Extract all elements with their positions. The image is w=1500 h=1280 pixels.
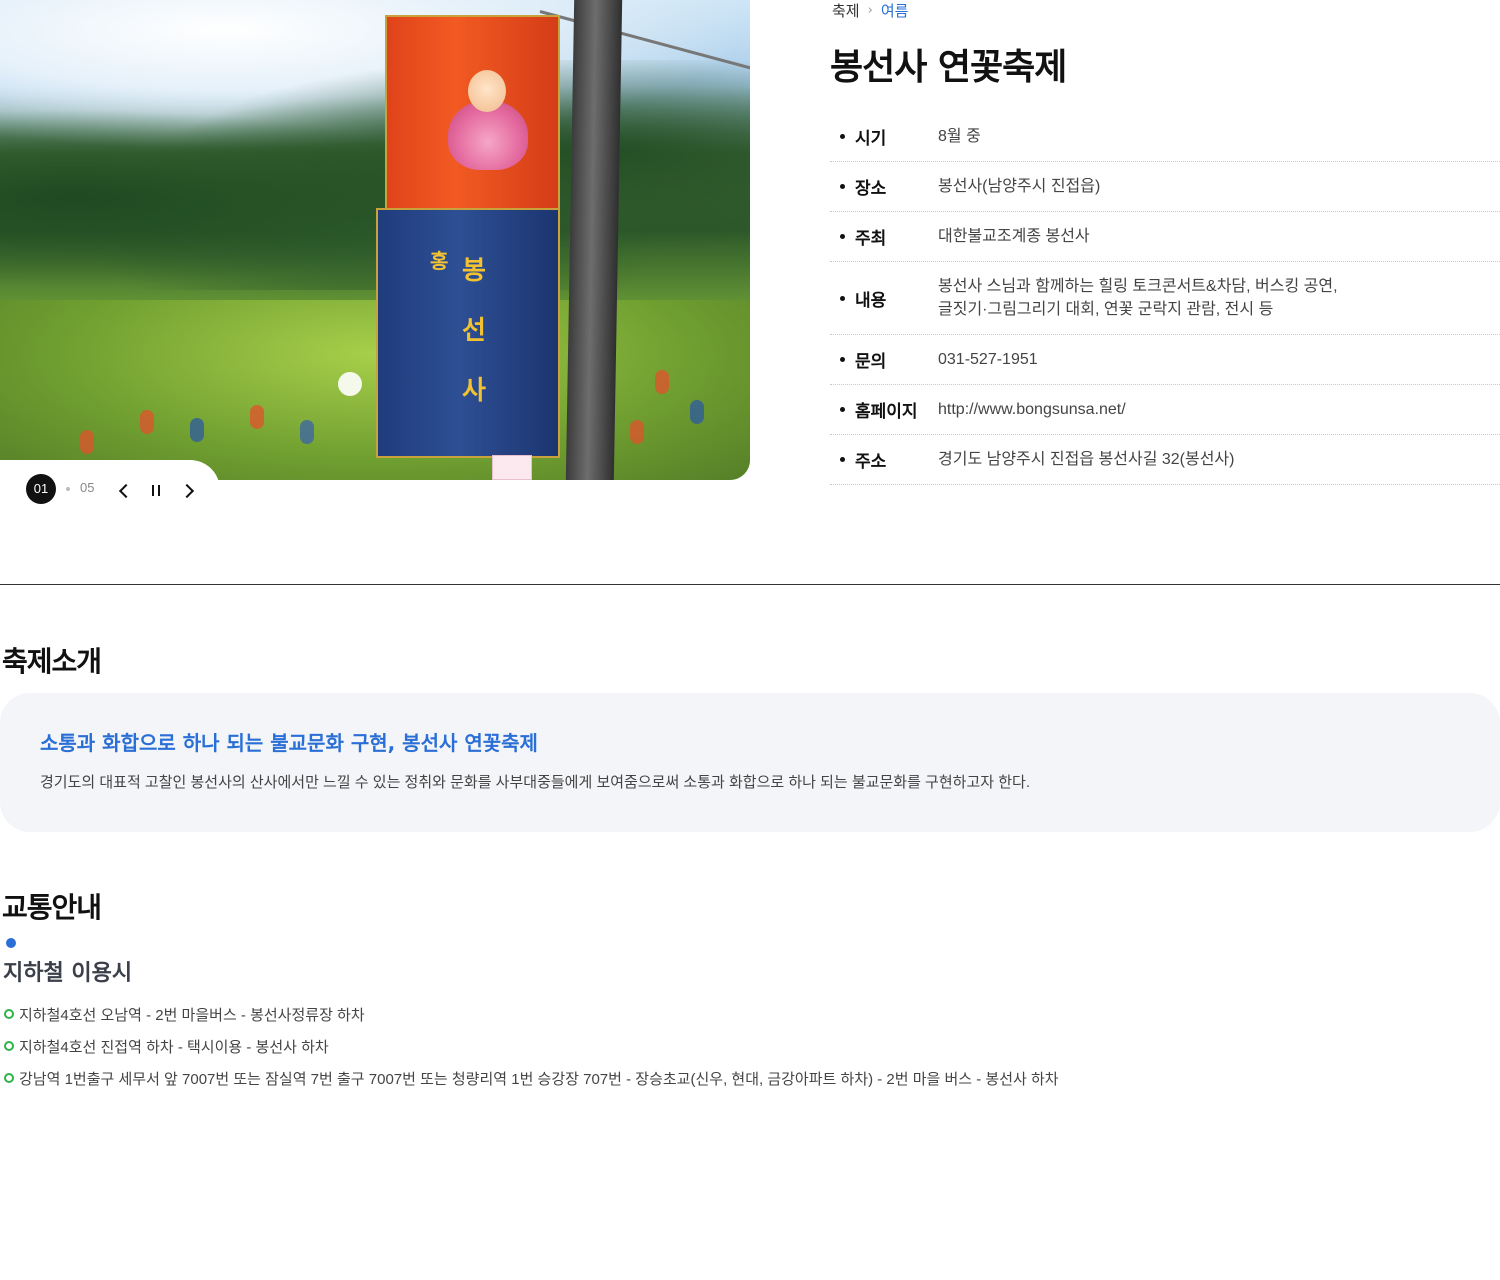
ring-bullet-icon (4, 1041, 14, 1051)
info-label: 주소 (855, 452, 887, 472)
ring-bullet-icon (4, 1073, 14, 1083)
info-row-contact: 문의 031-527-1951 (830, 335, 1500, 385)
breadcrumb: 축제 › 여름 (832, 0, 908, 21)
bullet-icon (840, 295, 845, 301)
page-title: 봉선사 연꽃축제 (830, 47, 1067, 88)
intro-text: 경기도의 대표적 고찰인 봉선사의 산사에서만 느낄 수 있는 정취와 문화를 … (40, 774, 1030, 791)
breadcrumb-item-summer[interactable]: 여름 (881, 0, 909, 21)
pause-slide-button[interactable] (142, 474, 170, 504)
slide-separator (66, 487, 70, 491)
breadcrumb-item-festival[interactable]: 축제 (832, 0, 860, 21)
info-row-content: 내용 봉선사 스님과 함께하는 힐링 토크콘서트&차담, 버스킹 공연, 글짓기… (830, 262, 1500, 335)
info-label: 내용 (855, 290, 887, 311)
route-list: 지하철4호선 오남역 - 2번 마을버스 - 봉선사정류장 하차 지하철4호선 … (4, 998, 1059, 1094)
slider-controls: 01 05 (0, 460, 220, 520)
info-label: 시기 (855, 129, 887, 149)
chevron-right-icon: › (867, 3, 873, 18)
section-title-transport: 교통안내 (2, 891, 102, 924)
info-label: 홈페이지 (855, 402, 918, 422)
info-row-host: 주최 대한불교조계종 봉선사 (830, 212, 1500, 262)
route-text: 지하철4호선 진접역 하차 - 택시이용 - 봉선사 하차 (19, 1038, 329, 1056)
section-divider (0, 584, 1500, 585)
chevron-right-icon (179, 483, 195, 499)
info-value-line: 봉선사 스님과 함께하는 힐링 토크콘서트&차담, 버스킹 공연, (938, 278, 1338, 295)
info-value: 8월 중 (938, 128, 981, 145)
bullet-icon (840, 134, 845, 139)
festival-photo: 봉 선 사 홍 (0, 0, 750, 480)
section-title-intro: 축제소개 (2, 645, 102, 678)
prev-slide-button[interactable] (110, 474, 138, 504)
festival-info-list: 시기 8월 중 장소 봉선사(남양주시 진접읍) 주최 대한불교조계종 봉선사 … (830, 112, 1500, 485)
slide-total: 05 (80, 480, 95, 495)
route-item: 지하철4호선 진접역 하차 - 택시이용 - 봉선사 하차 (4, 1030, 1059, 1062)
bullet-icon (840, 234, 845, 239)
info-value: 봉선사(남양주시 진접읍) (938, 178, 1101, 195)
info-label: 장소 (855, 179, 887, 199)
info-row-homepage: 홈페이지 http://www.bongsunsa.net/ (830, 385, 1500, 435)
bullet-icon (840, 457, 845, 462)
info-value: 대한불교조계종 봉선사 (938, 228, 1090, 245)
info-value: 031-527-1951 (938, 351, 1038, 368)
info-row-place: 장소 봉선사(남양주시 진접읍) (830, 162, 1500, 212)
info-label: 주최 (855, 229, 887, 249)
ring-bullet-icon (4, 1009, 14, 1019)
bullet-icon (840, 184, 845, 189)
info-value-line: 글짓기·그림그리기 대회, 연꽃 군락지 관람, 전시 등 (938, 301, 1274, 318)
dot-icon (6, 938, 16, 948)
chevron-left-icon (118, 483, 134, 499)
intro-headline: 소통과 화합으로 하나 되는 불교문화 구현, 봉선사 연꽃축제 (40, 731, 538, 755)
route-item: 강남역 1번출구 세무서 앞 7007번 또는 잠실역 7번 출구 7007번 … (4, 1062, 1059, 1094)
intro-box: 소통과 화합으로 하나 되는 불교문화 구현, 봉선사 연꽃축제 경기도의 대표… (0, 693, 1500, 832)
info-label: 문의 (855, 352, 887, 372)
route-text: 강남역 1번출구 세무서 앞 7007번 또는 잠실역 7번 출구 7007번 … (19, 1070, 1059, 1088)
info-value: 봉선사 스님과 함께하는 힐링 토크콘서트&차담, 버스킹 공연, 글짓기·그림… (938, 275, 1500, 321)
route-text: 지하철4호선 오남역 - 2번 마을버스 - 봉선사정류장 하차 (19, 1006, 365, 1024)
route-item: 지하철4호선 오남역 - 2번 마을버스 - 봉선사정류장 하차 (4, 998, 1059, 1030)
slide-current-indicator: 01 (26, 474, 56, 504)
info-row-address: 주소 경기도 남양주시 진접읍 봉선사길 32(봉선사) (830, 435, 1500, 485)
bullet-icon (840, 357, 845, 362)
info-value: 경기도 남양주시 진접읍 봉선사길 32(봉선사) (938, 451, 1235, 468)
next-slide-button[interactable] (175, 474, 203, 504)
homepage-link[interactable]: http://www.bongsunsa.net/ (938, 398, 1500, 421)
pause-icon (152, 485, 160, 496)
info-row-period: 시기 8월 중 (830, 112, 1500, 162)
subway-subtitle: 지하철 이용시 (3, 961, 133, 986)
bullet-icon (840, 407, 845, 412)
